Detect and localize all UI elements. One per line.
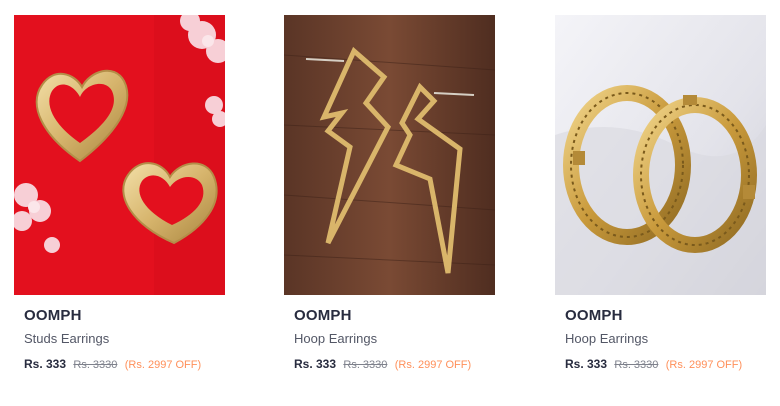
product-image[interactable]	[14, 15, 225, 295]
product-name: Studs Earrings	[24, 331, 110, 346]
original-price: Rs. 3330	[73, 359, 118, 371]
discount-amount: (Rs. 2997 OFF)	[665, 359, 743, 371]
product-price: Rs. 333 Rs. 3330 (Rs. 2997 OFF)	[24, 357, 225, 371]
product-card[interactable]: OOMPH Hoop Earrings Rs. 333 Rs. 3330 (Rs…	[284, 15, 495, 395]
product-name: Hoop Earrings	[294, 331, 378, 346]
product-brand: OOMPH	[24, 307, 82, 324]
discount-amount: (Rs. 2997 OFF)	[394, 359, 472, 371]
product-price: Rs. 333 Rs. 3330 (Rs. 2997 OFF)	[294, 357, 495, 371]
product-card[interactable]: OOMPH Studs Earrings Rs. 333 Rs. 3330 (R…	[14, 15, 225, 395]
discount-amount: (Rs. 2997 OFF)	[124, 359, 202, 371]
product-card[interactable]: OOMPH Hoop Earrings Rs. 333 Rs. 3330 (Rs…	[555, 15, 766, 395]
discounted-price: Rs. 333	[565, 357, 608, 371]
product-brand: OOMPH	[565, 307, 623, 324]
original-price: Rs. 3330	[343, 359, 388, 371]
product-brand: OOMPH	[294, 307, 352, 324]
discounted-price: Rs. 333	[294, 357, 337, 371]
product-image[interactable]	[555, 15, 766, 295]
product-price: Rs. 333 Rs. 3330 (Rs. 2997 OFF)	[565, 357, 766, 371]
product-image[interactable]	[284, 15, 495, 295]
product-name: Hoop Earrings	[565, 331, 649, 346]
product-grid: OOMPH Studs Earrings Rs. 333 Rs. 3330 (R…	[0, 0, 780, 406]
discounted-price: Rs. 333	[24, 357, 67, 371]
original-price: Rs. 3330	[614, 359, 659, 371]
